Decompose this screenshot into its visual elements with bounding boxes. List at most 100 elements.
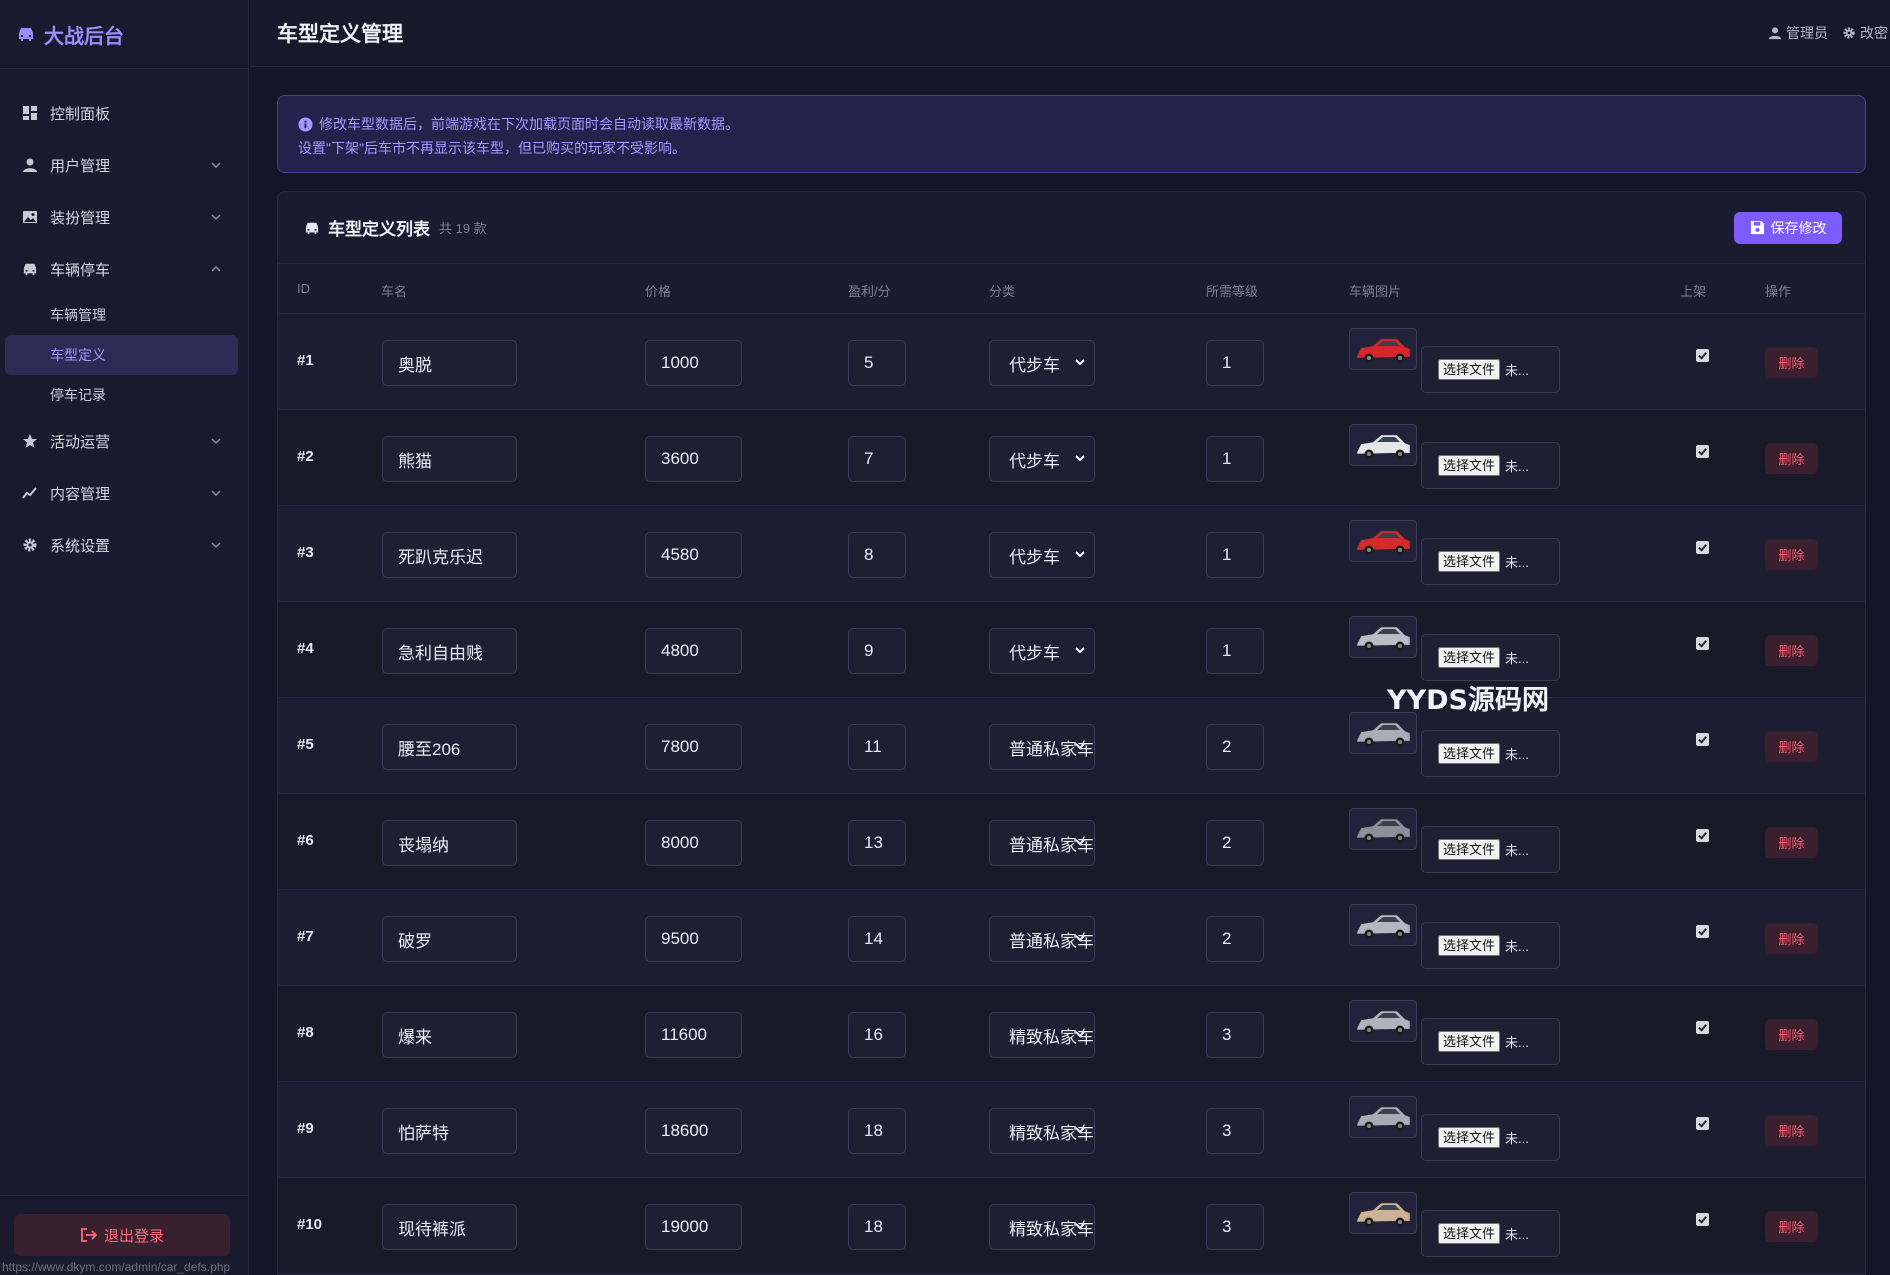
car-name-input[interactable]: 死趴克乐迟 xyxy=(382,532,517,578)
table-row: #8 爆来 11600 16 精致私家车 3 选择文件 未... 删除 xyxy=(278,986,1865,1082)
choose-file-button[interactable]: 选择文件 xyxy=(1438,1031,1501,1052)
level-input[interactable]: 2 xyxy=(1206,820,1264,866)
delete-button[interactable]: 删除 xyxy=(1765,1211,1818,1242)
profit-input[interactable]: 14 xyxy=(848,916,906,962)
profit-input[interactable]: 18 xyxy=(848,1204,906,1250)
sidebar-item-outfits[interactable]: 装扮管理 xyxy=(0,191,248,243)
profit-input[interactable]: 7 xyxy=(848,436,906,482)
category-select[interactable]: 代步车 xyxy=(989,628,1095,674)
profit-input[interactable]: 13 xyxy=(848,820,906,866)
choose-file-button[interactable]: 选择文件 xyxy=(1438,1223,1501,1244)
sidebar-item-vehicles[interactable]: 车辆停车 xyxy=(0,243,248,295)
delete-button[interactable]: 删除 xyxy=(1765,347,1818,378)
delete-button[interactable]: 删除 xyxy=(1765,539,1818,570)
level-input[interactable]: 3 xyxy=(1206,1204,1264,1250)
col-name: 车名 xyxy=(381,284,408,299)
listed-checkbox[interactable] xyxy=(1696,1213,1709,1226)
listed-checkbox[interactable] xyxy=(1696,541,1709,554)
level-input[interactable]: 3 xyxy=(1206,1108,1264,1154)
level-input[interactable]: 1 xyxy=(1206,628,1264,674)
choose-file-button[interactable]: 选择文件 xyxy=(1438,743,1501,764)
price-input[interactable]: 8000 xyxy=(645,820,742,866)
profit-input[interactable]: 18 xyxy=(848,1108,906,1154)
choose-file-button[interactable]: 选择文件 xyxy=(1438,839,1501,860)
level-input[interactable]: 2 xyxy=(1206,724,1264,770)
level-input[interactable]: 1 xyxy=(1206,532,1264,578)
choose-file-button[interactable]: 选择文件 xyxy=(1438,935,1501,956)
price-input[interactable]: 18600 xyxy=(645,1108,742,1154)
delete-button[interactable]: 删除 xyxy=(1765,635,1818,666)
price-input[interactable]: 4580 xyxy=(645,532,742,578)
listed-checkbox[interactable] xyxy=(1696,445,1709,458)
profit-input[interactable]: 9 xyxy=(848,628,906,674)
price-input[interactable]: 7800 xyxy=(645,724,742,770)
listed-checkbox[interactable] xyxy=(1696,1021,1709,1034)
choose-file-button[interactable]: 选择文件 xyxy=(1438,551,1501,572)
price-input[interactable]: 1000 xyxy=(645,340,742,386)
car-image xyxy=(1356,914,1411,939)
profit-input[interactable]: 8 xyxy=(848,532,906,578)
category-select[interactable]: 普通私家车 xyxy=(989,820,1095,866)
level-input[interactable]: 2 xyxy=(1206,916,1264,962)
profit-input[interactable]: 16 xyxy=(848,1012,906,1058)
category-select[interactable]: 代步车 xyxy=(989,436,1095,482)
category-select[interactable]: 普通私家车 xyxy=(989,916,1095,962)
choose-file-button[interactable]: 选择文件 xyxy=(1438,647,1501,668)
category-select[interactable]: 精致私家车 xyxy=(989,1012,1095,1058)
sidebar-item-events[interactable]: 活动运营 xyxy=(0,415,248,467)
choose-file-button[interactable]: 选择文件 xyxy=(1438,359,1501,380)
chevron-down-icon xyxy=(1075,1127,1085,1134)
sidebar-item-dashboard[interactable]: 控制面板 xyxy=(0,87,248,139)
listed-checkbox[interactable] xyxy=(1696,733,1709,746)
car-name-input[interactable]: 破罗 xyxy=(382,916,517,962)
listed-checkbox[interactable] xyxy=(1696,925,1709,938)
listed-checkbox[interactable] xyxy=(1696,349,1709,362)
car-name-input[interactable]: 怕萨特 xyxy=(382,1108,517,1154)
admin-user-link[interactable]: 管理员 xyxy=(1768,23,1828,43)
car-name-input[interactable]: 奥脱 xyxy=(382,340,517,386)
price-input[interactable]: 19000 xyxy=(645,1204,742,1250)
brand[interactable]: 大战后台 xyxy=(0,0,248,69)
car-name-input[interactable]: 现待裤派 xyxy=(382,1204,517,1250)
sidebar-subitem-vehicle-manage[interactable]: 车辆管理 xyxy=(0,295,248,335)
change-password-link[interactable]: 改密 xyxy=(1842,23,1888,43)
category-select[interactable]: 代步车 xyxy=(989,532,1095,578)
car-name-input[interactable]: 腰至206 xyxy=(382,724,517,770)
choose-file-button[interactable]: 选择文件 xyxy=(1438,1127,1501,1148)
sidebar-item-content[interactable]: 内容管理 xyxy=(0,467,248,519)
delete-button[interactable]: 删除 xyxy=(1765,443,1818,474)
car-name-input[interactable]: 爆来 xyxy=(382,1012,517,1058)
listed-checkbox[interactable] xyxy=(1696,829,1709,842)
sidebar-item-users[interactable]: 用户管理 xyxy=(0,139,248,191)
level-input[interactable]: 1 xyxy=(1206,340,1264,386)
listed-checkbox[interactable] xyxy=(1696,637,1709,650)
choose-file-button[interactable]: 选择文件 xyxy=(1438,455,1501,476)
car-name-input[interactable]: 丧塌纳 xyxy=(382,820,517,866)
delete-button[interactable]: 删除 xyxy=(1765,827,1818,858)
delete-button[interactable]: 删除 xyxy=(1765,1115,1818,1146)
delete-button[interactable]: 删除 xyxy=(1765,923,1818,954)
price-input[interactable]: 4800 xyxy=(645,628,742,674)
price-input[interactable]: 9500 xyxy=(645,916,742,962)
profit-input[interactable]: 11 xyxy=(848,724,906,770)
logout-button[interactable]: 退出登录 xyxy=(14,1214,230,1256)
category-select[interactable]: 代步车 xyxy=(989,340,1095,386)
category-select[interactable]: 普通私家车 xyxy=(989,724,1095,770)
user-icon xyxy=(1768,27,1782,40)
car-name-input[interactable]: 熊猫 xyxy=(382,436,517,482)
level-input[interactable]: 1 xyxy=(1206,436,1264,482)
sidebar-item-settings[interactable]: 系统设置 xyxy=(0,519,248,571)
sidebar-subitem-parking-records[interactable]: 停车记录 xyxy=(0,375,248,415)
profit-input[interactable]: 5 xyxy=(848,340,906,386)
sidebar-subitem-car-defs[interactable]: 车型定义 xyxy=(5,335,238,375)
level-input[interactable]: 3 xyxy=(1206,1012,1264,1058)
listed-checkbox[interactable] xyxy=(1696,1117,1709,1130)
category-select[interactable]: 精致私家车 xyxy=(989,1204,1095,1250)
delete-button[interactable]: 删除 xyxy=(1765,731,1818,762)
save-button[interactable]: 保存修改 xyxy=(1734,211,1842,244)
price-input[interactable]: 3600 xyxy=(645,436,742,482)
delete-button[interactable]: 删除 xyxy=(1765,1019,1818,1050)
car-name-input[interactable]: 急利自由贱 xyxy=(382,628,517,674)
category-select[interactable]: 精致私家车 xyxy=(989,1108,1095,1154)
price-input[interactable]: 11600 xyxy=(645,1012,742,1058)
